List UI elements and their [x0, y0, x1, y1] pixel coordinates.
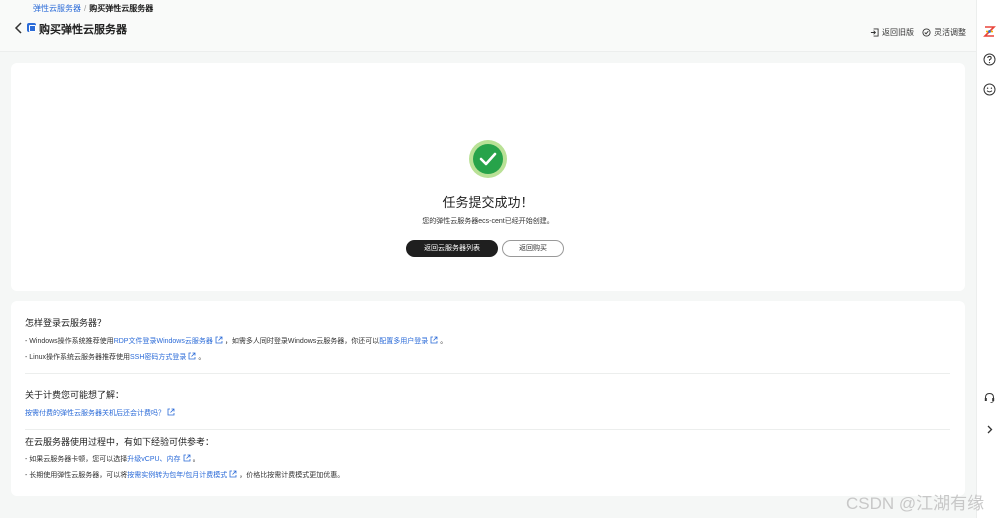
convert-billing-mode-link[interactable]: 按需实例转为包年/包月计费模式 — [127, 472, 227, 479]
right-tool-rail — [976, 0, 1000, 518]
breadcrumb-ecs-link[interactable]: 弹性云服务器 — [33, 4, 81, 13]
external-link-icon[interactable] — [430, 336, 438, 344]
tips-section-title: 在云服务器使用过程中，有如下经验可供参考： — [25, 437, 215, 447]
exit-icon — [870, 28, 879, 37]
external-link-icon[interactable] — [188, 352, 196, 360]
login-section-title: 怎样登录云服务器？ — [25, 318, 107, 328]
breadcrumb-current: 购买弹性云服务器 — [89, 4, 154, 13]
smiley-icon[interactable] — [983, 83, 996, 96]
external-link-icon[interactable] — [167, 408, 175, 416]
rdp-login-link[interactable]: RDP文件登录Windows云服务器 — [114, 338, 213, 345]
external-link-icon[interactable] — [229, 470, 237, 478]
return-old-version-button[interactable]: 返回旧版 — [870, 27, 914, 38]
help-icon[interactable] — [983, 53, 996, 66]
external-link-icon[interactable] — [215, 336, 223, 344]
upgrade-vcpu-memory-link[interactable]: 升级vCPU、内存 — [127, 456, 180, 463]
linux-login-line: - Linux操作系统云服务器推荐使用SSH密码方式登录 。 — [25, 352, 205, 362]
brand-logo-icon[interactable] — [983, 25, 996, 38]
page-title: 购买弹性云服务器 — [39, 24, 127, 36]
ssh-login-link[interactable]: SSH密码方式登录 — [130, 354, 186, 361]
return-server-list-button[interactable]: 返回云服务器列表 — [406, 240, 498, 257]
help-card — [11, 301, 965, 496]
success-check-icon — [469, 140, 507, 178]
back-arrow-icon[interactable] — [13, 21, 25, 35]
watermark-text: CSDN @江湖有缘 — [846, 494, 985, 513]
upgrade-tip-text: - 如果云服务器卡顿，您可以选择 — [25, 456, 128, 463]
windows-login-text: - Windows操作系统推荐使用 — [25, 338, 114, 345]
headset-icon[interactable] — [983, 391, 996, 404]
section-divider — [25, 373, 950, 374]
breadcrumb-separator: / — [84, 4, 87, 13]
linux-login-text: - Linux操作系统云服务器推荐使用 — [25, 354, 131, 361]
return-old-version-label: 返回旧版 — [882, 28, 914, 37]
linux-login-text-2: 。 — [198, 354, 206, 361]
external-link-icon[interactable] — [183, 454, 191, 462]
section-divider — [25, 429, 950, 430]
windows-login-text-2: ，如需多人同时登录Windows云服务器，你还可以 — [224, 338, 380, 345]
success-description: 您的弹性云服务器ecs-cent已经开始创建。 — [422, 218, 554, 225]
billing-mode-tip-text-2: ，价格比按需计费模式更加优惠。 — [239, 472, 345, 479]
multi-user-login-link[interactable]: 配置多用户登录 — [379, 338, 428, 345]
billing-mode-tip-line: - 长期使用弹性云服务器，可以将按需实例转为包年/包月计费模式 ，价格比按需计费模… — [25, 470, 344, 480]
success-title: 任务提交成功！ — [442, 195, 534, 210]
check-circle-icon — [922, 28, 931, 37]
ecs-product-icon — [27, 23, 36, 32]
billing-mode-tip-text: - 长期使用弹性云服务器，可以将 — [25, 472, 128, 479]
breadcrumb: 弹性云服务器 / 购买弹性云服务器 — [33, 3, 153, 14]
return-purchase-button[interactable]: 返回购买 — [502, 240, 564, 257]
page-header: 弹性云服务器 / 购买弹性云服务器 购买弹性云服务器 返回旧版 灵活调整 — [0, 0, 976, 52]
billing-section-title: 关于计费您可能想了解： — [25, 390, 125, 400]
upgrade-tip-line: - 如果云服务器卡顿，您可以选择升级vCPU、内存 。 — [25, 454, 200, 464]
windows-login-text-3: 。 — [440, 338, 448, 345]
upgrade-tip-text-2: 。 — [192, 456, 200, 463]
flexible-adjust-label: 灵活调整 — [934, 28, 966, 37]
billing-line: 按需付费的弹性云服务器关机后还会计费吗？ — [25, 408, 177, 418]
flexible-adjust-button[interactable]: 灵活调整 — [922, 27, 966, 38]
billing-shutdown-link[interactable]: 按需付费的弹性云服务器关机后还会计费吗？ — [25, 410, 165, 417]
windows-login-line: - Windows操作系统推荐使用RDP文件登录Windows云服务器 ，如需多人… — [25, 336, 447, 346]
chevron-right-icon[interactable] — [983, 423, 996, 436]
